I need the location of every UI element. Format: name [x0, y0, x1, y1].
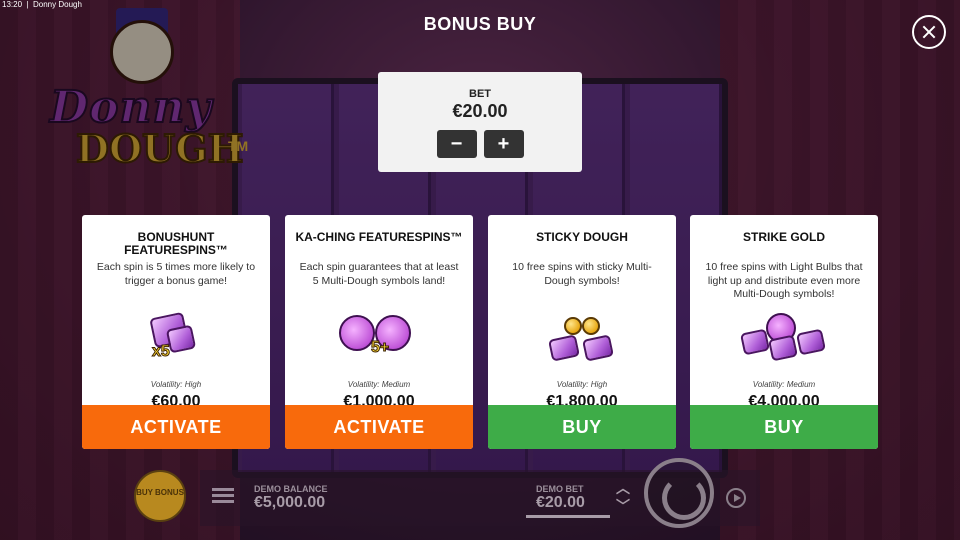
card-title: KA-CHING FEATURESPINS™ [295, 230, 463, 244]
light-bulb-gems-icon [690, 301, 878, 379]
card-title: STICKY DOUGH [536, 230, 628, 244]
chevron-down-icon[interactable]: ﹀ [616, 496, 630, 516]
card-volatility: Volatility: High [556, 380, 608, 389]
card-description: 10 free spins with sticky Multi-Dough sy… [512, 261, 652, 287]
bet-value: €20.00 [452, 101, 508, 121]
bonus-card-sticky-dough: STICKY DOUGH 10 free spins with sticky M… [488, 215, 676, 449]
buy-bonus-button[interactable]: BUY BONUS [134, 470, 186, 522]
buy-button[interactable]: BUY [690, 405, 878, 449]
buy-button[interactable]: BUY [488, 405, 676, 449]
card-volatility: Volatility: High [150, 380, 202, 389]
menu-icon[interactable] [212, 488, 234, 504]
card-title: STRIKE GOLD [742, 230, 825, 244]
demo-balance-value: €5,000.00 [254, 494, 326, 511]
activate-button[interactable]: ACTIVATE [285, 405, 473, 449]
demo-bet-value: €20.00 [536, 494, 585, 511]
bonus-card-strike-gold: STRIKE GOLD 10 free spins with Light Bul… [690, 215, 878, 449]
close-icon[interactable] [912, 15, 946, 49]
status-time: 13:20 [2, 0, 23, 9]
bet-increase-button[interactable]: + [483, 130, 524, 158]
gem-x5-icon: x5 [82, 301, 270, 379]
bonus-card-bonushunt: BONUSHUNT FEATURESPINS™ Each spin is 5 t… [82, 215, 270, 449]
card-description: Each spin guarantees that at least 5 Mul… [299, 261, 459, 287]
bet-label: BET [469, 88, 491, 100]
modal-title: BONUS BUY [423, 14, 537, 34]
bet-decrease-button[interactable]: − [436, 130, 477, 158]
card-volatility: Volatility: Medium [347, 380, 411, 389]
sticky-dough-icon [488, 301, 676, 379]
chevron-up-icon[interactable]: ︿ [616, 478, 630, 498]
card-volatility: Volatility: Medium [752, 380, 816, 389]
card-description: 10 free spins with Light Bulbs that ligh… [705, 261, 863, 300]
demo-balance-label: DEMO BALANCE [254, 484, 328, 494]
status-app-name: Donny Dough [33, 0, 82, 9]
status-bar: 13:20 | Donny Dough [2, 0, 82, 9]
activate-button[interactable]: ACTIVATE [82, 405, 270, 449]
bet-panel: BET €20.00 − + [378, 72, 582, 172]
bonus-card-ka-ching: KA-CHING FEATURESPINS™ Each spin guarant… [285, 215, 473, 449]
card-title: BONUSHUNT FEATURESPINS™ [124, 230, 228, 257]
art-multiplier-badge: x5 [152, 343, 171, 361]
demo-bet-label: DEMO BET [536, 484, 584, 494]
multi-dough-faces-icon: 5+ [285, 301, 473, 379]
art-count-badge: 5+ [370, 339, 390, 357]
spin-button[interactable] [644, 458, 714, 528]
autoplay-icon[interactable] [726, 488, 746, 508]
card-description: Each spin is 5 times more likely to trig… [96, 261, 256, 287]
